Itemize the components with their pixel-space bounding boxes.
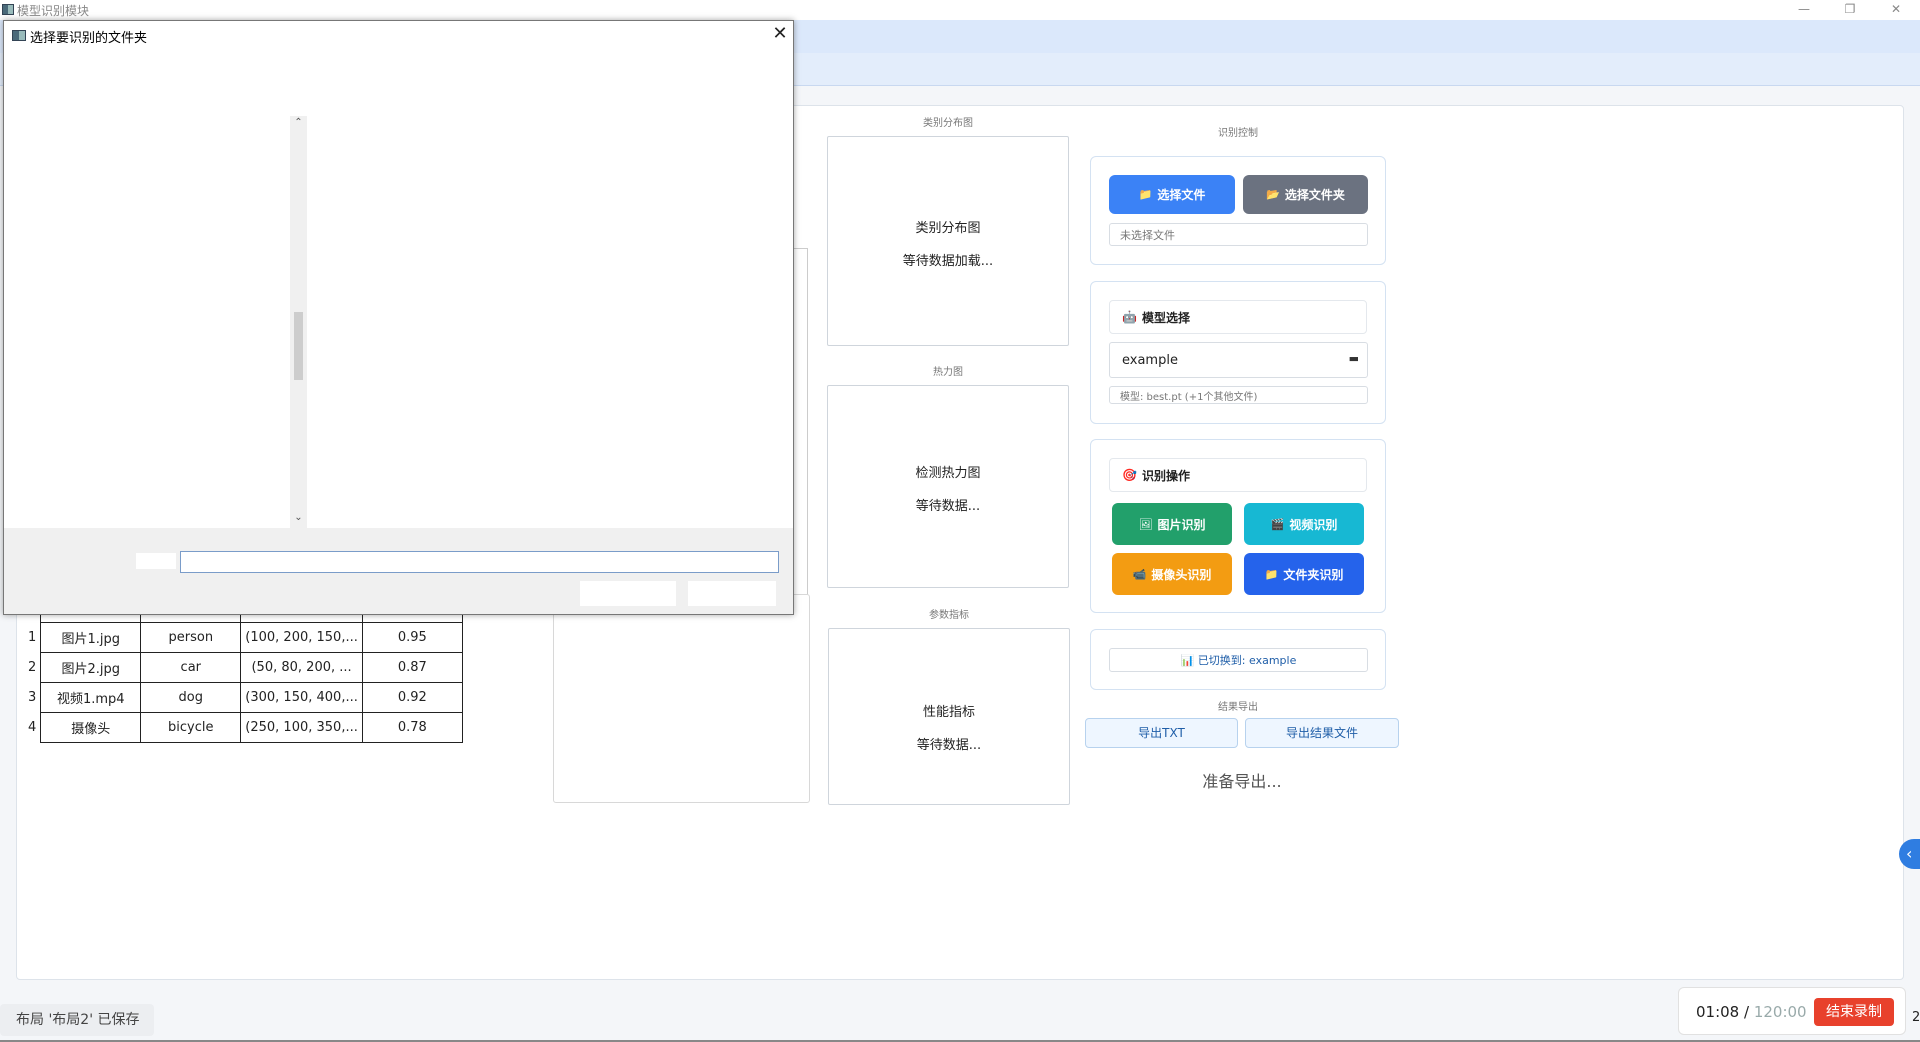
cell-confidence[interactable]: 0.78: [361, 712, 463, 743]
cell-label[interactable]: person: [140, 622, 242, 653]
cell-source[interactable]: 图片1.jpg: [40, 622, 142, 653]
table-row[interactable]: 4 摄像头 bicycle (250, 100, 350,... 0.78: [22, 712, 463, 743]
ops-section-header: 🎯 识别操作: [1109, 458, 1367, 492]
model-info-field: 模型: best.pt (+1个其他文件): [1109, 386, 1368, 404]
class-dist-line2: 等待数据加载...: [902, 254, 994, 269]
close-window-button[interactable]: ✕: [1876, 0, 1916, 20]
class-dist-chart: 类别分布图 等待数据加载...: [827, 136, 1069, 346]
heatmap-title: 热力图: [933, 367, 963, 378]
video-icon: 🎬: [1270, 517, 1285, 531]
export-file-button[interactable]: 导出结果文件: [1245, 718, 1399, 748]
cell-coords[interactable]: (300, 150, 400,...: [240, 682, 363, 713]
cell-confidence[interactable]: 0.87: [361, 652, 463, 683]
row-number: 3: [28, 690, 37, 705]
target-icon: 🎯: [1122, 468, 1137, 482]
app-icon: [12, 30, 26, 41]
select-folder-button[interactable]: 📂 选择文件夹: [1243, 175, 1368, 214]
dialog-footer: [4, 528, 793, 614]
folder-input[interactable]: [180, 551, 779, 573]
image-recognize-button[interactable]: 🖼 图片识别: [1112, 503, 1232, 545]
folder-icon: 📁: [1138, 188, 1153, 201]
model-section-header: 🤖 模型选择: [1109, 300, 1367, 334]
cell-source[interactable]: 视频1.mp4: [40, 682, 142, 713]
robot-icon: 🤖: [1122, 310, 1137, 324]
layout-saved-toast: 布局 '布局2' 已保存: [0, 1004, 154, 1036]
scroll-thumb[interactable]: [294, 312, 303, 380]
folder-recognize-button[interactable]: 📁 文件夹识别: [1244, 553, 1364, 595]
recording-timer: 01:08 / 120:00: [1696, 1003, 1807, 1021]
camera-recognize-button[interactable]: 📹 摄像头识别: [1112, 553, 1232, 595]
heatmap-chart: 检测热力图 等待数据...: [827, 385, 1069, 588]
select-file-button[interactable]: 📁 选择文件: [1109, 175, 1235, 214]
preview-panel: [553, 594, 810, 803]
cell-coords[interactable]: (50, 80, 200, ...: [240, 652, 363, 683]
close-icon[interactable]: ✕: [770, 23, 790, 44]
folder-icon: 📁: [1264, 567, 1279, 581]
file-path-field[interactable]: 未选择文件: [1109, 223, 1368, 246]
folder-dialog: 选择要识别的文件夹 ✕ ⌃ ⌄: [3, 20, 794, 615]
metrics-title: 参数指标: [929, 610, 969, 621]
class-dist-title: 类别分布图: [923, 118, 973, 129]
scroll-up-icon[interactable]: ⌃: [290, 117, 307, 128]
cell-confidence[interactable]: 0.92: [361, 682, 463, 713]
minimize-button[interactable]: —: [1784, 0, 1824, 20]
model-select[interactable]: example ▬: [1109, 342, 1368, 378]
cancel-button[interactable]: [688, 581, 776, 606]
chart-icon: 📊: [1180, 653, 1195, 667]
table-row[interactable]: 1 图片1.jpg person (100, 200, 150,... 0.95: [22, 622, 463, 653]
camera-icon: 📹: [1132, 567, 1147, 581]
image-icon: 🖼: [1138, 517, 1153, 531]
row-number: 1: [28, 630, 37, 645]
metrics-line2: 等待数据...: [916, 738, 982, 753]
video-recognize-button[interactable]: 🎬 视频识别: [1244, 503, 1364, 545]
export-title: 结果导出: [1218, 702, 1258, 713]
class-dist-line1: 类别分布图: [915, 221, 981, 236]
cell-coords[interactable]: (250, 100, 350,...: [240, 712, 363, 743]
cell-source[interactable]: 图片2.jpg: [40, 652, 142, 683]
window-title: 模型识别模块: [17, 4, 90, 18]
cell-label[interactable]: dog: [140, 682, 242, 713]
table-row[interactable]: 3 视频1.mp4 dog (300, 150, 400,... 0.92: [22, 682, 463, 713]
restore-button[interactable]: ❐: [1830, 0, 1870, 20]
heatmap-line2: 等待数据...: [915, 499, 981, 514]
folder-label: [136, 553, 176, 569]
metrics-chart: 性能指标 等待数据...: [828, 628, 1070, 805]
edge-text: 2: [1912, 1010, 1920, 1025]
cell-source[interactable]: 摄像头: [40, 712, 142, 743]
results-table: 1 图片1.jpg person (100, 200, 150,... 0.95…: [22, 600, 463, 743]
select-folder-confirm-button[interactable]: [580, 581, 676, 606]
window-titlebar: 模型识别模块 — ❐ ✕: [0, 0, 1920, 20]
tree-scrollbar[interactable]: ⌃ ⌄: [290, 116, 307, 528]
app-icon: [2, 4, 14, 15]
scroll-down-icon[interactable]: ⌄: [290, 512, 307, 523]
dropdown-icon[interactable]: ▬: [1349, 352, 1359, 365]
heatmap-line1: 检测热力图: [915, 466, 981, 481]
metrics-line1: 性能指标: [922, 705, 975, 720]
control-title: 识别控制: [1218, 128, 1258, 139]
row-number: 4: [28, 720, 37, 735]
folder-icon: 📂: [1266, 188, 1280, 201]
recording-panel: 01:08 / 120:00 结束录制: [1678, 987, 1906, 1035]
dialog-title: 选择要识别的文件夹: [30, 31, 148, 46]
export-status: 准备导出...: [1202, 772, 1282, 791]
row-number: 2: [28, 660, 37, 675]
cell-confidence[interactable]: 0.95: [361, 622, 463, 653]
cell-coords[interactable]: (100, 200, 150,...: [240, 622, 363, 653]
export-txt-button[interactable]: 导出TXT: [1085, 718, 1238, 748]
table-row[interactable]: 2 图片2.jpg car (50, 80, 200, ... 0.87: [22, 652, 463, 683]
stop-recording-button[interactable]: 结束录制: [1814, 998, 1894, 1026]
cell-label[interactable]: bicycle: [140, 712, 242, 743]
status-field: 📊 已切换到: example: [1109, 648, 1368, 672]
cell-label[interactable]: car: [140, 652, 242, 683]
